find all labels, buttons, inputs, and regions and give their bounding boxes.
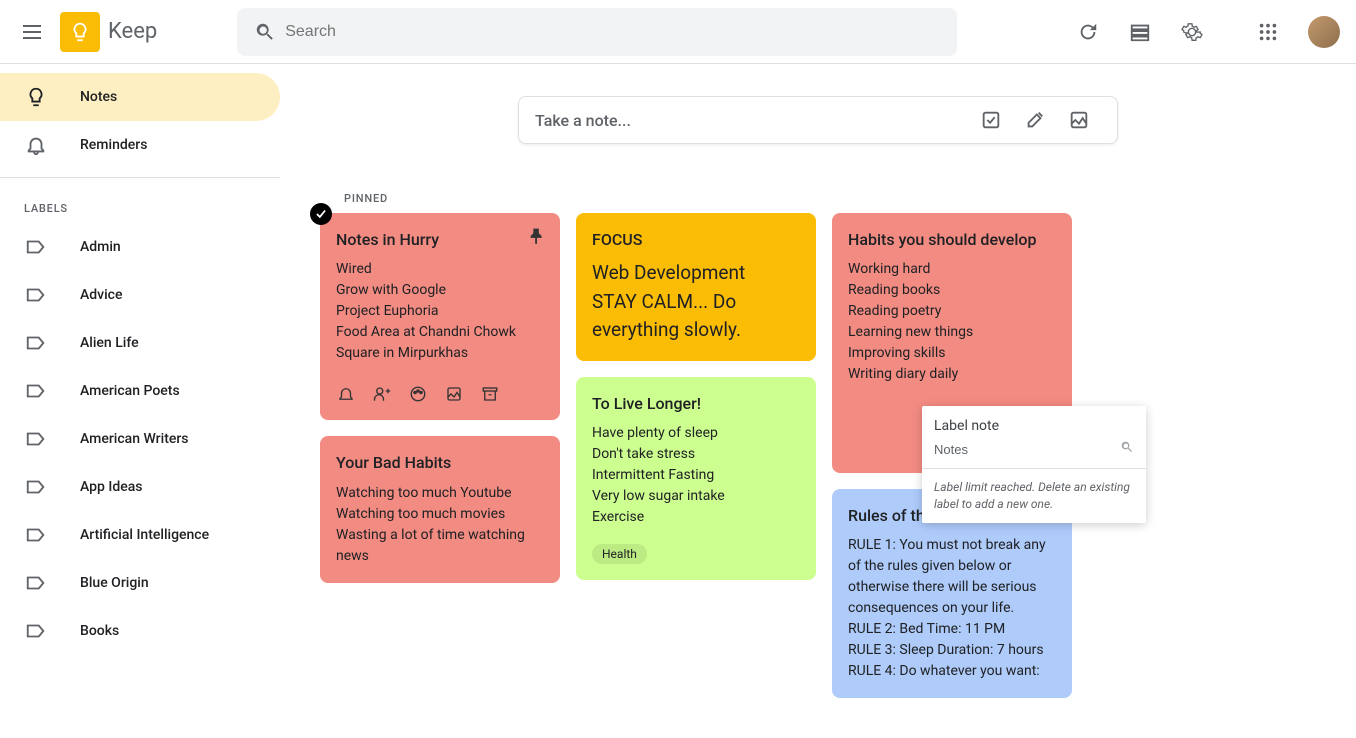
- search-container: [237, 8, 957, 56]
- labels-header: LABELS: [0, 186, 280, 223]
- new-drawing-button[interactable]: [1013, 98, 1057, 142]
- sidebar-item-label: App Ideas: [80, 479, 142, 495]
- sidebar-label-item[interactable]: Alien Life: [0, 319, 280, 367]
- new-list-button[interactable]: [969, 98, 1013, 142]
- sidebar-label-item[interactable]: Admin: [0, 223, 280, 271]
- view-toggle-button[interactable]: [1116, 8, 1164, 56]
- note-label-chip[interactable]: Health: [592, 544, 647, 564]
- label-icon: [24, 283, 48, 307]
- sidebar-label-item[interactable]: American Writers: [0, 415, 280, 463]
- archive-button[interactable]: [480, 384, 500, 404]
- label-popup-search-icon: [1120, 440, 1134, 458]
- search-box[interactable]: [237, 8, 957, 56]
- label-popup-message: Label limit reached. Delete an existing …: [922, 468, 1146, 523]
- note-title: FOCUS: [592, 229, 800, 251]
- sidebar-label-item[interactable]: Books: [0, 607, 280, 655]
- hamburger-icon: [20, 20, 44, 44]
- sidebar-item-reminders[interactable]: Reminders: [0, 121, 280, 169]
- label-icon: [24, 571, 48, 595]
- remind-me-button[interactable]: [336, 384, 356, 404]
- keep-logo-icon: [60, 12, 100, 52]
- header-actions: [1064, 8, 1340, 56]
- sidebar-label-item[interactable]: Advice: [0, 271, 280, 319]
- app-logo[interactable]: Keep: [60, 12, 157, 52]
- sidebar-label-item[interactable]: American Poets: [0, 367, 280, 415]
- take-note-input[interactable]: Take a note...: [518, 96, 1118, 144]
- selected-check-icon: [310, 203, 332, 225]
- main-content: Take a note... PINNED Notes in Hurry Wire…: [280, 64, 1356, 738]
- checkbox-icon: [980, 109, 1002, 131]
- search-icon: [245, 12, 285, 52]
- label-icon: [24, 331, 48, 355]
- sidebar-label-item[interactable]: Artificial Intelligence: [0, 511, 280, 559]
- app-header: Keep: [0, 0, 1356, 64]
- label-icon: [24, 427, 48, 451]
- note-title: To Live Longer!: [592, 393, 800, 415]
- note-title: Your Bad Habits: [336, 452, 544, 474]
- note-card[interactable]: FOCUS Web Development STAY CALM... Do eve…: [576, 213, 816, 361]
- main-menu-button[interactable]: [8, 8, 56, 56]
- note-body: Have plenty of sleep Don't take stress I…: [592, 423, 800, 528]
- sidebar-item-label: American Poets: [80, 383, 180, 399]
- brush-icon: [1024, 109, 1046, 131]
- label-note-popup: Label note Label limit reached. Delete a…: [922, 406, 1146, 523]
- refresh-button[interactable]: [1064, 8, 1112, 56]
- note-body: Web Development STAY CALM... Do everythi…: [592, 259, 800, 345]
- note-body: Watching too much Youtube Watching too m…: [336, 483, 544, 567]
- bulb-icon: [24, 85, 48, 109]
- notes-grid: Notes in Hurry Wired Grow with Google Pro…: [320, 213, 1316, 698]
- new-image-note-button[interactable]: [1057, 98, 1101, 142]
- color-button[interactable]: [408, 384, 428, 404]
- sidebar: Notes Reminders LABELS Admin Advice Alien …: [0, 65, 280, 667]
- settings-button[interactable]: [1168, 8, 1216, 56]
- gear-icon: [1181, 21, 1203, 43]
- app-name: Keep: [108, 19, 157, 44]
- note-card[interactable]: To Live Longer! Have plenty of sleep Don'…: [576, 377, 816, 580]
- label-icon: [24, 235, 48, 259]
- search-input[interactable]: [285, 23, 949, 41]
- note-body: Working hard Reading books Reading poetr…: [848, 259, 1056, 385]
- sidebar-divider: [0, 177, 280, 178]
- collaborator-button[interactable]: [372, 384, 392, 404]
- note-title: Notes in Hurry: [336, 229, 544, 251]
- sidebar-item-label: Notes: [80, 89, 117, 105]
- label-popup-title: Label note: [922, 406, 1146, 440]
- sidebar-item-notes[interactable]: Notes: [0, 73, 280, 121]
- refresh-icon: [1077, 21, 1099, 43]
- bell-icon: [24, 133, 48, 157]
- label-icon: [24, 523, 48, 547]
- take-note-placeholder: Take a note...: [535, 111, 969, 130]
- account-avatar[interactable]: [1308, 16, 1340, 48]
- label-icon: [24, 475, 48, 499]
- sidebar-item-label: Artificial Intelligence: [80, 527, 209, 543]
- sidebar-label-item[interactable]: Blue Origin: [0, 559, 280, 607]
- apps-icon: [1257, 21, 1279, 43]
- label-icon: [24, 379, 48, 403]
- list-view-icon: [1129, 21, 1151, 43]
- sidebar-item-label: Advice: [80, 287, 123, 303]
- sidebar-label-item[interactable]: App Ideas: [0, 463, 280, 511]
- sidebar-item-label: American Writers: [80, 431, 189, 447]
- pinned-section-label: PINNED: [344, 192, 1316, 205]
- sidebar-item-label: Reminders: [80, 137, 147, 153]
- image-icon: [1068, 109, 1090, 131]
- note-body: Wired Grow with Google Project Euphoria …: [336, 259, 544, 364]
- sidebar-item-label: Admin: [80, 239, 121, 255]
- apps-button[interactable]: [1244, 8, 1292, 56]
- note-title: Habits you should develop: [848, 229, 1056, 251]
- sidebar-item-label: Alien Life: [80, 335, 139, 351]
- sidebar-item-label: Blue Origin: [80, 575, 149, 591]
- note-card[interactable]: Notes in Hurry Wired Grow with Google Pro…: [320, 213, 560, 420]
- label-popup-input[interactable]: [934, 442, 1120, 457]
- note-card[interactable]: Your Bad Habits Watching too much Youtube…: [320, 436, 560, 582]
- label-icon: [24, 619, 48, 643]
- note-body: RULE 1: You must not break any of the ru…: [848, 535, 1056, 682]
- note-toolbar: [336, 384, 544, 404]
- sidebar-item-label: Books: [80, 623, 119, 639]
- pin-icon[interactable]: [526, 225, 548, 247]
- add-image-button[interactable]: [444, 384, 464, 404]
